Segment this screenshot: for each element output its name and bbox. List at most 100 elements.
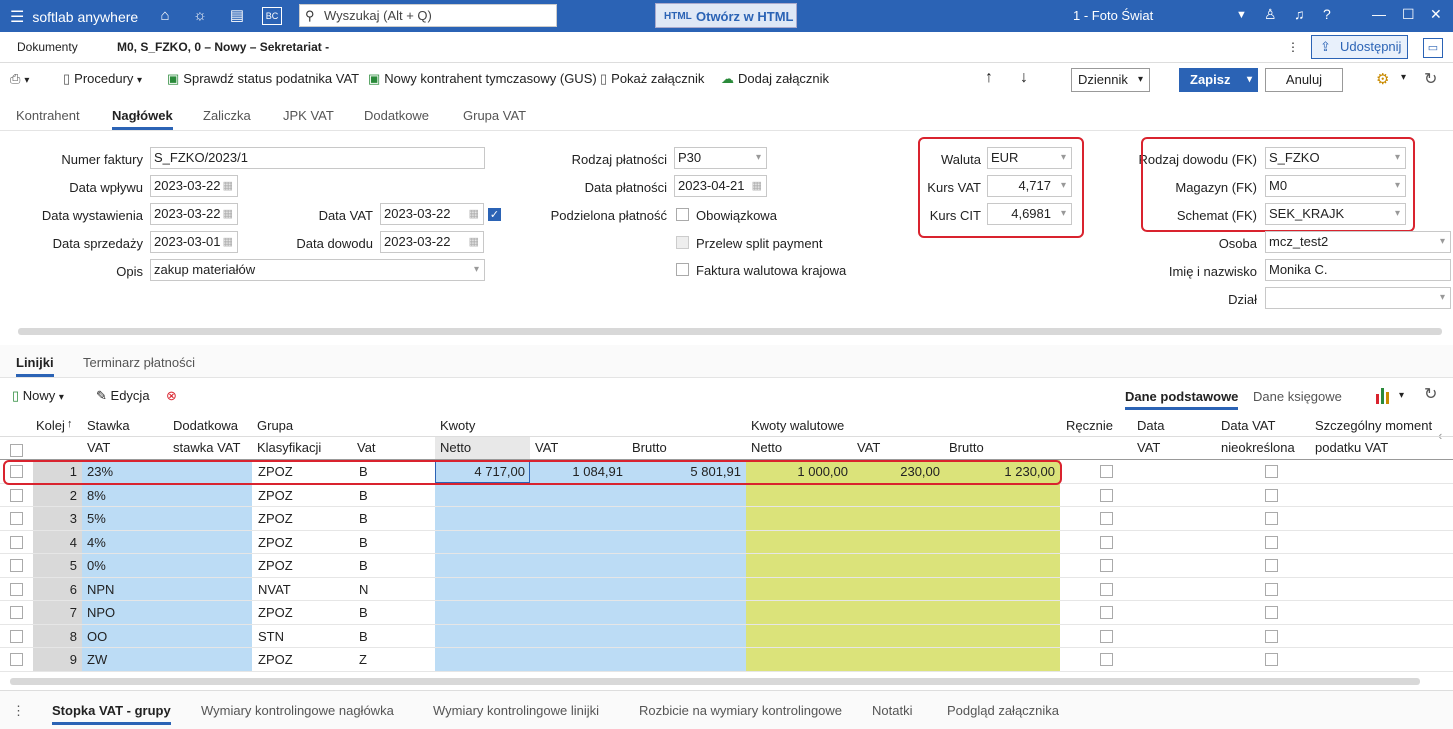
row-select-checkbox[interactable] (10, 535, 23, 549)
chevron-down-icon[interactable]: ▾ (1399, 390, 1404, 401)
manual-checkbox[interactable] (1100, 488, 1113, 502)
tab-zaliczka[interactable]: Zaliczka (203, 108, 251, 123)
row-number[interactable]: 8 (33, 625, 82, 648)
tab-dokumenty[interactable]: Dokumenty (17, 40, 78, 54)
maximize-icon[interactable]: ☐ (1402, 6, 1415, 23)
rate-cell[interactable]: NPO (87, 601, 167, 624)
currency-brutto-cell[interactable] (945, 554, 1060, 577)
brutto-cell[interactable] (628, 507, 746, 530)
classification-cell[interactable]: ZPOZ (258, 554, 348, 577)
header-recznie[interactable]: Ręcznie (1066, 418, 1113, 433)
currency-netto-cell[interactable] (746, 484, 853, 507)
manual-checkbox[interactable] (1100, 512, 1113, 525)
select-all-checkbox[interactable] (10, 444, 23, 457)
currency-vat-cell[interactable] (853, 531, 945, 554)
header-netto[interactable]: Netto (440, 440, 471, 455)
receipt-date-input[interactable]: 2023-03-22 ▦ (150, 175, 238, 197)
domestic-currency-invoice-checkbox[interactable] (676, 263, 689, 276)
delete-line-icon[interactable]: ⊗ (166, 388, 177, 404)
vat-date-undefined-checkbox[interactable] (1265, 488, 1278, 502)
row-select-checkbox[interactable] (10, 488, 23, 502)
open-html-button[interactable]: HTML Otwórz w HTML (655, 3, 797, 28)
calendar-icon[interactable]: ▦ (752, 176, 762, 196)
vat-group-cell[interactable]: B (359, 554, 419, 577)
vat-date-undefined-checkbox[interactable] (1265, 535, 1278, 549)
rate-cell[interactable]: 5% (87, 507, 167, 530)
edit-line-button[interactable]: ✎ Edycja (96, 388, 150, 404)
payment-type-select[interactable]: P30 ▾ (674, 147, 767, 169)
table-row[interactable]: 2 8% ZPOZ B (0, 484, 1453, 507)
sale-date-input[interactable]: 2023-03-01 ▦ (150, 231, 238, 253)
currency-vat-cell[interactable] (853, 601, 945, 624)
calendar-icon[interactable]: ▦ (469, 232, 479, 252)
table-row[interactable]: 3 5% ZPOZ B (0, 507, 1453, 531)
header-klasyfikacji[interactable]: Klasyfikacji (257, 440, 321, 455)
row-number[interactable]: 5 (33, 554, 82, 577)
calendar-icon[interactable]: ▦ (223, 176, 233, 196)
chart-icon[interactable] (1376, 386, 1394, 404)
vat-group-cell[interactable]: B (359, 507, 419, 530)
check-vat-status-button[interactable]: ▣ Sprawdź status podatnika VAT (167, 71, 359, 87)
currency-vat-cell[interactable] (853, 625, 945, 648)
manual-checkbox[interactable] (1100, 629, 1113, 643)
vat-date-undefined-checkbox[interactable] (1265, 582, 1278, 596)
cancel-button[interactable]: Anuluj (1265, 68, 1343, 92)
vat-date-checkbox[interactable]: ✓ (488, 208, 501, 221)
row-number[interactable]: 2 (33, 484, 82, 507)
brutto-cell[interactable] (628, 601, 746, 624)
currency-brutto-cell[interactable] (945, 531, 1060, 554)
vat-date-undefined-checkbox[interactable] (1265, 629, 1278, 643)
brutto-cell[interactable] (628, 578, 746, 601)
table-row[interactable]: 6 NPN NVAT N (0, 578, 1453, 601)
tab-naglowek[interactable]: Nagłówek (112, 108, 173, 130)
tab-linijki[interactable]: Linijki (16, 355, 54, 377)
currency-brutto-cell[interactable] (945, 648, 1060, 671)
netto-cell[interactable] (435, 625, 530, 648)
currency-netto-cell[interactable] (746, 601, 853, 624)
currency-netto-cell[interactable] (746, 531, 853, 554)
vat-amount-cell[interactable] (530, 531, 628, 554)
tab-kontrahent[interactable]: Kontrahent (16, 108, 80, 123)
new-line-button[interactable]: ▯ Nowy ▾ (12, 388, 64, 404)
name-input[interactable]: Monika C. (1265, 259, 1451, 281)
calendar-icon[interactable]: ▦ (223, 232, 233, 252)
netto-cell[interactable] (435, 507, 530, 530)
header-brutto[interactable]: Brutto (632, 440, 667, 455)
tab-header-dimensions[interactable]: Wymiary kontrolingowe nagłówka (201, 703, 394, 718)
brutto-cell[interactable] (628, 625, 746, 648)
payment-date-input[interactable]: 2023-04-21 ▦ (674, 175, 767, 197)
brutto-cell[interactable] (628, 484, 746, 507)
currency-vat-cell[interactable] (853, 648, 945, 671)
vat-date-input[interactable]: 2023-03-22 ▦ (380, 203, 484, 225)
classification-cell[interactable]: STN (258, 625, 348, 648)
arrow-down-icon[interactable]: ↓ (1020, 69, 1028, 87)
header-dodatkowa-stawka[interactable]: stawka VAT (173, 440, 240, 455)
journal-select[interactable]: Dziennik ▾ (1071, 68, 1150, 92)
vat-group-cell[interactable]: B (359, 484, 419, 507)
currency-brutto-cell[interactable] (945, 625, 1060, 648)
bell-icon[interactable]: ♫ (1294, 6, 1305, 22)
tab-attachment-preview[interactable]: Podgląd załącznika (947, 703, 1059, 718)
share-button[interactable]: ⇪ Udostępnij (1311, 35, 1408, 59)
basic-data-view[interactable]: Dane podstawowe (1125, 389, 1239, 410)
row-number[interactable]: 9 (33, 648, 82, 671)
help-icon[interactable]: ? (1323, 6, 1331, 22)
header-stawka-vat[interactable]: VAT (87, 440, 110, 455)
vat-date-undefined-checkbox[interactable] (1265, 606, 1278, 619)
new-temp-contractor-button[interactable]: ▣ Nowy kontrahent tymczasowy (GUS) (368, 71, 597, 87)
calendar-icon[interactable]: ▦ (469, 204, 479, 224)
vat-amount-cell[interactable] (530, 601, 628, 624)
vat-group-cell[interactable]: B (359, 601, 419, 624)
header-stawka[interactable]: Stawka (87, 418, 130, 433)
vat-group-cell[interactable]: B (359, 531, 419, 554)
row-select-checkbox[interactable] (10, 653, 23, 666)
chevron-down-icon[interactable]: ▼ (1236, 9, 1247, 21)
header-kolej[interactable]: Kolej (36, 418, 65, 433)
table-row[interactable]: 4 4% ZPOZ B (0, 531, 1453, 554)
app-menu-button[interactable]: ☰ softlab anywhere (10, 7, 138, 27)
tab-line-dimensions[interactable]: Wymiary kontrolingowe linijki (433, 703, 599, 718)
vat-amount-cell[interactable] (530, 648, 628, 671)
netto-cell[interactable] (435, 484, 530, 507)
classification-cell[interactable]: ZPOZ (258, 531, 348, 554)
tab-notatki[interactable]: Notatki (872, 703, 912, 718)
